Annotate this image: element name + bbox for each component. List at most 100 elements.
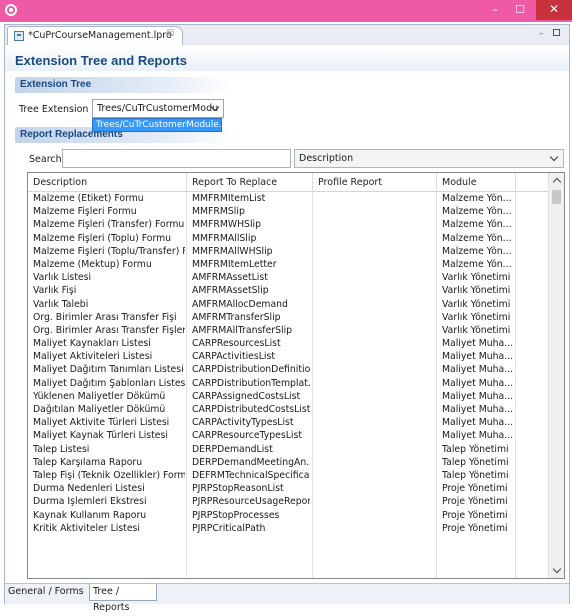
table-row[interactable]: Malzeme (Mektup) Formu MMFRMItemLetter Mal… [28, 258, 548, 271]
tree-extension-value: Trees/CuTrCustomerModu [97, 103, 219, 114]
table-row[interactable]: Malzeme Fişleri (Transfer) Formu MMFRMWHS… [28, 218, 548, 231]
cell-description: Durma İşlemleri Ekstresi [33, 496, 147, 508]
cell-module: Varlık Yönetimi [442, 324, 511, 336]
cell-module: Talep Yönetimi [442, 443, 509, 455]
cell-report-to-replace: CARPActivityTypesList [192, 417, 294, 429]
cell-report-to-replace: AMFRMTransferSlip [192, 311, 281, 323]
table-row[interactable]: Varlık Fişi AMFRMAssetSlip Varlık Yönetimi [28, 284, 548, 297]
table-row[interactable]: Malzeme Fişleri (Toplu) Formu MMFRMAllSli… [28, 232, 548, 245]
scroll-thumb[interactable] [552, 190, 561, 204]
cell-description: Malzeme Fişleri (Transfer) Formu [33, 219, 185, 231]
tree-extension-select[interactable]: Trees/CuTrCustomerModu [92, 99, 224, 118]
view-maximize-icon[interactable] [553, 29, 560, 36]
search-input[interactable] [62, 149, 291, 168]
scroll-down-icon[interactable] [552, 564, 562, 574]
cell-module: Maliyet Muha... [442, 404, 514, 415]
cell-report-to-replace: MMFRMItemList [192, 193, 266, 204]
search-column-select[interactable]: Description [294, 149, 564, 168]
cell-report-to-replace: AMFRMAssetSlip [192, 285, 269, 297]
tree-extension-label: Tree Extension [19, 104, 89, 115]
cell-description: Talep Listesi [33, 443, 90, 455]
cell-module: Talep Yönetimi [442, 469, 509, 481]
form-header: Extension Tree and Reports [5, 45, 569, 71]
cell-report-to-replace: DERPDemandMeetingAn... [192, 456, 310, 468]
vertical-scrollbar[interactable] [548, 173, 564, 578]
file-icon [14, 31, 24, 41]
table-row[interactable]: Talep Karşılama Raporu DERPDemandMeetingA… [28, 456, 548, 469]
search-label: Search [29, 154, 62, 165]
extension-tree-section-header: Extension Tree [15, 77, 231, 93]
cell-description: Malzeme (Etiket) Formu [33, 193, 144, 204]
cell-module: Maliyet Muha... [442, 364, 514, 376]
cell-module: Varlık Yönetimi [442, 272, 511, 284]
tree-extension-dropdown[interactable]: Trees/CuTrCustomerModule.ltre [92, 118, 237, 132]
dropdown-option[interactable]: Trees/CuTrCustomerModule.ltre [96, 120, 237, 130]
table-row[interactable]: Maliyet Dağıtım Şablonları Listesi CARPDi… [28, 377, 548, 390]
column-header-module[interactable]: Module [442, 177, 477, 188]
cell-description: Malzeme Fişleri Formu [33, 206, 137, 218]
table-row[interactable]: Org. Birimler Arası Transfer Fişleri AMFR… [28, 324, 548, 337]
close-window-button[interactable]: ✕ [536, 0, 572, 20]
table-row[interactable]: Durma İşlemleri Ekstresi PJRPResourceUsag… [28, 495, 548, 508]
cell-report-to-replace: MMFRMWHSlip [192, 219, 262, 231]
table-row[interactable]: Malzeme (Etiket) Formu MMFRMItemList Malze… [28, 192, 548, 205]
cell-description: Maliyet Kaynak Türleri Listesi [33, 430, 168, 442]
column-header-description[interactable]: Description [33, 177, 87, 188]
cell-module: Maliyet Muha... [442, 351, 514, 363]
table-row[interactable]: Dağıtılan Maliyetler Dökümü CARPDistribut… [28, 403, 548, 416]
tab-close-icon[interactable]: ☒ [166, 29, 174, 39]
cell-module: Malzeme Yön... [442, 245, 512, 257]
cell-report-to-replace: CARPResourceTypesList [192, 430, 303, 442]
cell-report-to-replace: CARPActivitiesList [192, 351, 275, 363]
table-row[interactable]: Talep Fişi (Teknik Özellikler) Formu DEFR… [28, 469, 548, 482]
table-row[interactable]: Maliyet Dağıtım Tanımları Listesi CARPDis… [28, 363, 548, 376]
cell-description: Talep Karşılama Raporu [33, 456, 143, 468]
cell-report-to-replace: MMFRMItemLetter [192, 258, 277, 270]
tab-tree-reports[interactable]: Tree / Reports [89, 584, 157, 613]
table-row[interactable]: Kaynak Kullanım Raporu PJRPStopProcesses P… [28, 509, 548, 522]
editor-tab-label: *CuPrCourseManagement.lpro [28, 30, 172, 41]
cell-description: Kaynak Kullanım Raporu [33, 509, 147, 521]
table-row[interactable]: Yüklenen Maliyetler Dökümü CARPAssignedCo… [28, 390, 548, 403]
table-row[interactable]: Kritik Aktiviteler Listesi PJRPCriticalPa… [28, 522, 548, 535]
chevron-down-icon [549, 152, 559, 162]
tab-general-forms[interactable]: General / Forms [5, 584, 91, 601]
cell-report-to-replace: PJRPResourceUsageReport [192, 496, 310, 508]
table-row[interactable]: Maliyet Aktivite Türleri Listesi CARPActi… [28, 416, 548, 429]
table-row[interactable]: Malzeme Fişleri Formu MMFRMSlip Malzeme Yö… [28, 205, 548, 218]
table-row[interactable]: Maliyet Kaynak Türleri Listesi CARPResour… [28, 429, 548, 442]
editor-panel: *CuPrCourseManagement.lpro ☒ – Extension… [4, 24, 570, 613]
search-column-value: Description [299, 153, 354, 164]
maximize-button[interactable]: ☐ [508, 0, 532, 20]
view-minimize-icon[interactable]: – [539, 29, 544, 39]
cell-description: Durma Nedenleri Listesi [33, 483, 145, 495]
table-row[interactable]: Durma Nedenleri Listesi PJRPStopReasonLis… [28, 482, 548, 495]
cell-description: Maliyet Dağıtım Tanımları Listesi [33, 364, 184, 376]
cell-module: Malzeme Yön... [442, 193, 512, 204]
table-row[interactable]: Malzeme Fişleri (Toplu/Transfer) F... MMF… [28, 245, 548, 258]
table-row[interactable]: Varlık Listesi AMFRMAssetList Varlık Yönet… [28, 271, 548, 284]
cell-report-to-replace: DERPDemandList [192, 443, 273, 455]
cell-report-to-replace: PJRPStopProcesses [192, 509, 280, 521]
table-row[interactable]: Maliyet Aktiviteleri Listesi CARPActiviti… [28, 350, 548, 363]
cell-description: Malzeme Fişleri (Toplu/Transfer) F... [33, 245, 185, 257]
table-body: Malzeme (Etiket) Formu MMFRMItemList Malze… [28, 192, 548, 535]
cell-description: Malzeme (Mektup) Formu [33, 258, 152, 270]
table-row[interactable]: Maliyet Kaynakları Listesi CARPResourcesL… [28, 337, 548, 350]
cell-module: Maliyet Muha... [442, 417, 514, 429]
column-header-report-to-replace[interactable]: Report To Replace [192, 177, 277, 188]
cell-module: Proje Yönetimi [442, 496, 508, 508]
report-replacements-table: Description Report To Replace Profile Re… [27, 172, 565, 579]
cell-description: Org. Birimler Arası Transfer Fişi [33, 311, 177, 323]
minimize-button[interactable]: – [482, 0, 508, 20]
cell-report-to-replace: AMFRMAssetList [192, 272, 268, 284]
table-row[interactable]: Varlık Talebi AMFRMAllocDemand Varlık Yöne… [28, 298, 548, 311]
table-row[interactable]: Talep Listesi DERPDemandList Talep Yönetim… [28, 443, 548, 456]
scroll-up-icon[interactable] [552, 177, 562, 187]
column-header-profile-report[interactable]: Profile Report [318, 177, 382, 188]
cell-report-to-replace: DEFRMTechnicalSpecifica... [192, 469, 310, 481]
cell-module: Malzeme Yön... [442, 206, 512, 218]
editor-tab[interactable]: *CuPrCourseManagement.lpro ☒ [7, 26, 183, 45]
extension-tree-section-title: Extension Tree [20, 79, 92, 90]
table-row[interactable]: Org. Birimler Arası Transfer Fişi AMFRMTr… [28, 311, 548, 324]
